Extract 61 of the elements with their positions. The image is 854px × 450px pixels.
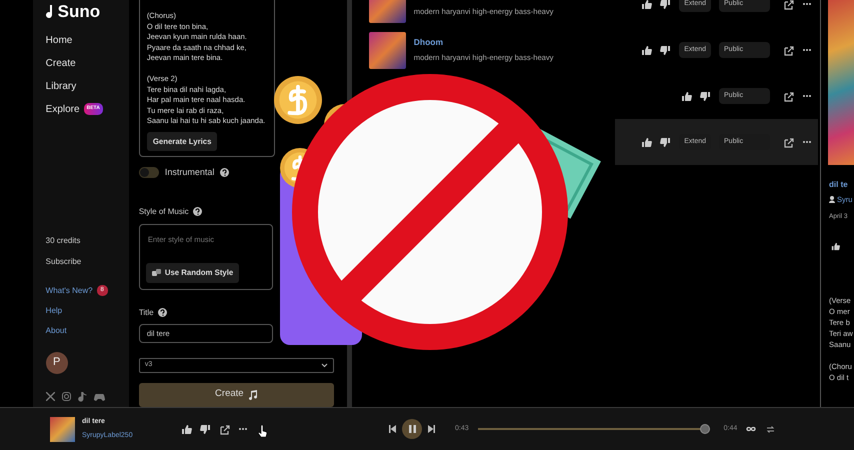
previous-icon[interactable] xyxy=(389,425,396,433)
help-icon[interactable] xyxy=(220,168,230,178)
x-logo-icon[interactable] xyxy=(46,392,55,401)
nav-link[interactable]: Home xyxy=(46,32,72,48)
music-note-icon xyxy=(248,390,258,400)
create-button[interactable]: Create xyxy=(138,382,334,406)
instrumental-toggle[interactable] xyxy=(138,167,159,178)
person-icon xyxy=(829,196,836,203)
field-label: Title xyxy=(138,306,154,318)
thumbs-up-icon[interactable] xyxy=(181,424,192,434)
game-controller-icon[interactable] xyxy=(94,392,105,400)
nav-link[interactable]: Explore xyxy=(46,102,80,116)
sidebar-link[interactable]: Help xyxy=(46,304,62,316)
share-icon[interactable] xyxy=(783,136,794,148)
app-logo[interactable]: Suno xyxy=(46,0,129,24)
field-label: Style of Music xyxy=(138,206,189,218)
camera-icon[interactable] xyxy=(62,392,71,401)
song-title: dil te xyxy=(829,179,849,190)
thumbs-up-icon[interactable] xyxy=(641,136,652,148)
chevron-down-icon xyxy=(320,362,328,368)
more-icon[interactable] xyxy=(802,93,812,99)
more-icon[interactable] xyxy=(802,139,812,145)
avatar[interactable]: P xyxy=(46,352,68,374)
share-icon[interactable] xyxy=(783,0,794,10)
sidebar-link[interactable]: What's New? xyxy=(46,284,93,296)
pause-button[interactable] xyxy=(402,419,422,439)
nav-link[interactable]: Create xyxy=(46,56,76,70)
hand-cursor-icon xyxy=(258,424,267,438)
thumbs-down-icon[interactable] xyxy=(200,424,211,434)
thumbs-down-icon[interactable] xyxy=(660,44,672,56)
thumbs-down-icon[interactable] xyxy=(660,136,672,148)
pause-icon xyxy=(408,425,416,433)
cover-art-placeholder[interactable] xyxy=(368,32,406,68)
shuffle-icon[interactable] xyxy=(766,424,776,434)
sidebar-link[interactable]: About xyxy=(46,324,67,336)
thumbs-down-icon[interactable] xyxy=(660,0,672,10)
more-icon[interactable] xyxy=(238,426,248,432)
thumbs-up-icon[interactable] xyxy=(681,90,692,102)
lyrics-box[interactable] xyxy=(138,0,275,157)
loop-icon[interactable] xyxy=(746,426,756,432)
logo-text: Suno xyxy=(58,1,100,23)
more-icon[interactable] xyxy=(802,1,812,7)
progress-handle[interactable] xyxy=(700,424,710,434)
dice-icon xyxy=(152,268,161,277)
subscribe-link[interactable]: Subscribe xyxy=(46,256,129,268)
share-icon[interactable] xyxy=(783,44,794,56)
thumbs-up-icon[interactable] xyxy=(831,242,840,251)
music-note-icon[interactable] xyxy=(78,392,87,402)
song-title[interactable]: Dhoom xyxy=(414,36,554,50)
help-icon[interactable] xyxy=(158,308,167,317)
thumbs-down-icon[interactable] xyxy=(700,90,712,102)
next-icon[interactable] xyxy=(428,425,435,433)
nav-link[interactable]: Library xyxy=(46,78,76,94)
more-icon[interactable] xyxy=(802,47,812,53)
credits-text: 30 credits xyxy=(46,234,82,246)
share-icon[interactable] xyxy=(783,90,794,102)
thumbs-up-icon[interactable] xyxy=(641,44,652,56)
help-icon[interactable] xyxy=(192,207,202,216)
instrumental-label: Instrumental xyxy=(164,166,214,179)
thumbs-up-icon[interactable] xyxy=(641,0,652,10)
share-icon[interactable] xyxy=(219,424,230,434)
